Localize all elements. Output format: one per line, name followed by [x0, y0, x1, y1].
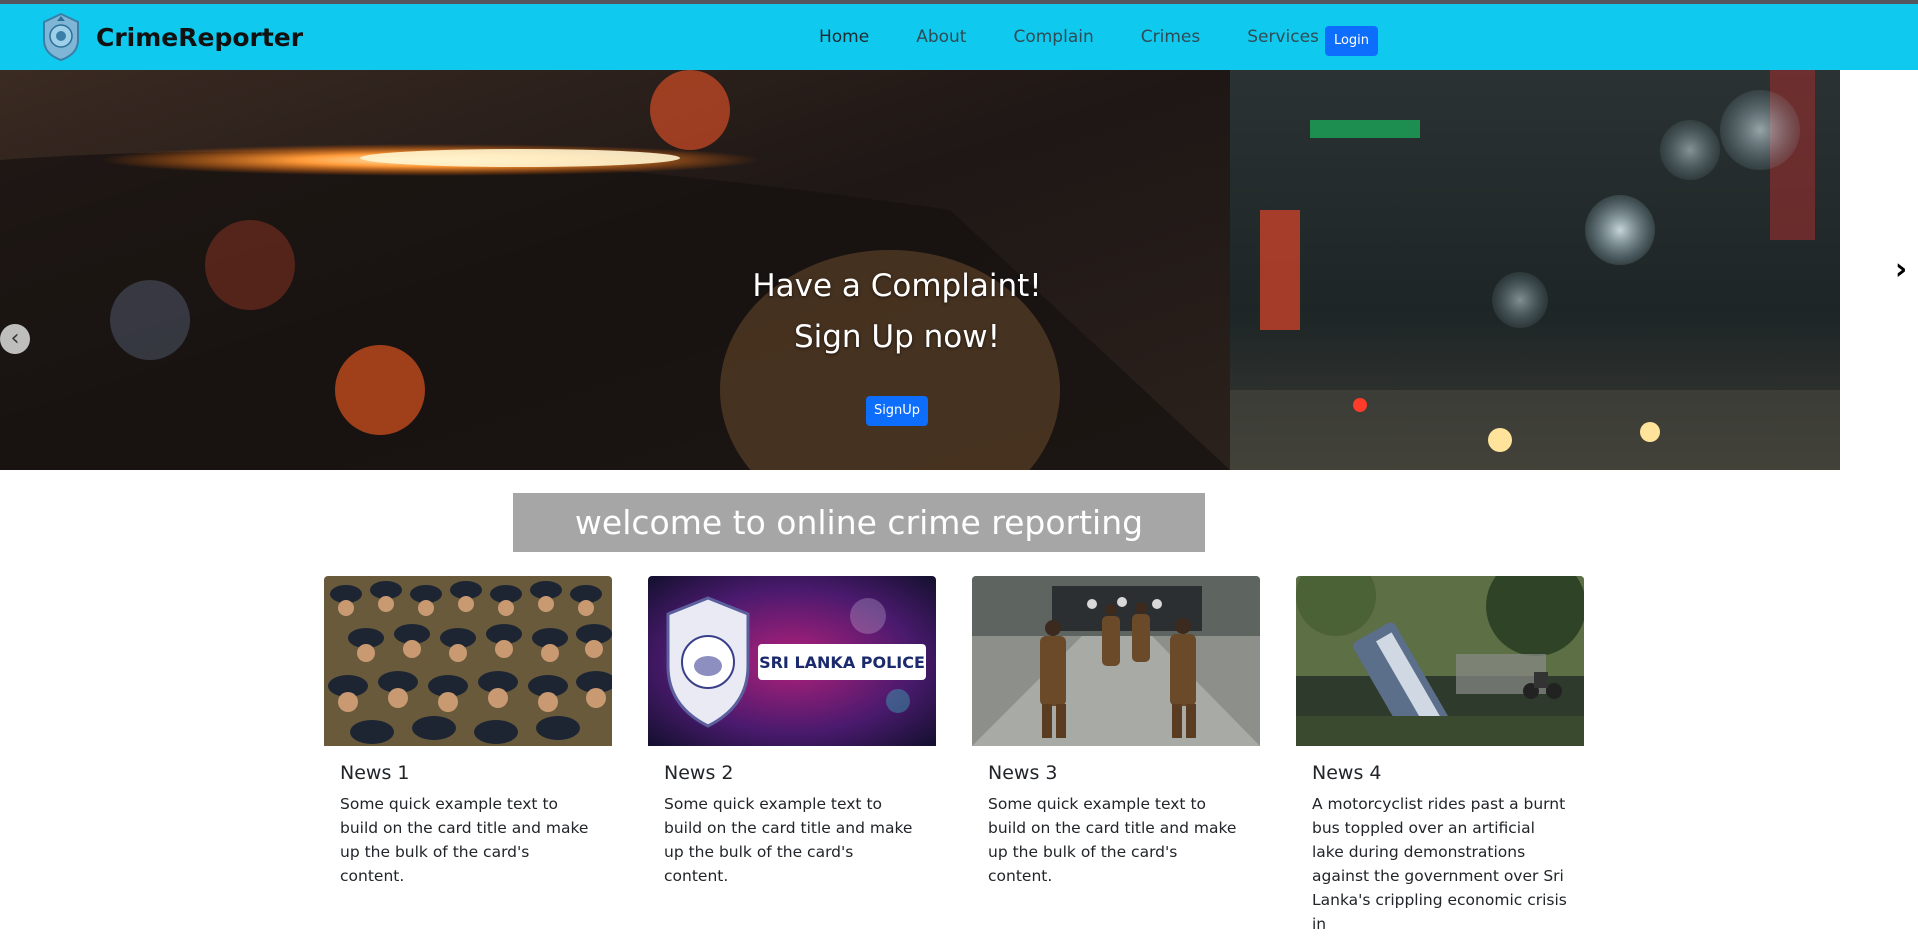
- brand[interactable]: CrimeReporter: [40, 12, 303, 62]
- brand-name: CrimeReporter: [96, 22, 304, 52]
- news-1-image: [324, 576, 612, 746]
- card-title: News 4: [1312, 762, 1382, 784]
- card-text: Some quick example text to build on the …: [340, 795, 589, 885]
- card-title: News 3: [988, 762, 1058, 784]
- nav-complain[interactable]: Complain: [1013, 24, 1093, 50]
- hero-carousel: Have a Complaint! Sign Up now! SignUp ‹: [0, 70, 1840, 470]
- police-emblem-icon: [43, 12, 79, 62]
- navbar: CrimeReporter Home About Complain Crimes…: [0, 4, 1918, 70]
- nav-crimes[interactable]: Crimes: [1141, 24, 1200, 50]
- chevron-left-icon[interactable]: ‹: [0, 324, 30, 354]
- news-3-image: [972, 576, 1260, 746]
- card-text: Some quick example text to build on the …: [664, 795, 913, 885]
- main-nav: Home About Complain Crimes Services: [819, 24, 1366, 50]
- news-4-image: [1296, 576, 1584, 746]
- login-button[interactable]: Login: [1325, 26, 1378, 56]
- news-card[interactable]: News 3 Some quick example text to build …: [972, 576, 1260, 904]
- card-title: News 2: [664, 762, 734, 784]
- news-2-image-text: SRI LANKA POLICE: [759, 653, 925, 672]
- news-card[interactable]: News 4 A motorcyclist rides past a burnt…: [1296, 576, 1584, 952]
- nav-about[interactable]: About: [916, 24, 966, 50]
- hero-heading-line1: Have a Complaint!: [752, 268, 1042, 304]
- card-text: Some quick example text to build on the …: [988, 795, 1237, 885]
- news-card[interactable]: SRI LANKA POLICE News 2 Some quick examp…: [648, 576, 936, 904]
- welcome-banner: welcome to online crime reporting system: [513, 493, 1205, 601]
- signup-button[interactable]: SignUp: [866, 396, 928, 426]
- news-2-image: SRI LANKA POLICE: [648, 576, 936, 746]
- chevron-right-icon[interactable]: ›: [1888, 255, 1914, 285]
- hero-heading-line2: Sign Up now!: [793, 319, 1001, 355]
- news-card[interactable]: News 1 Some quick example text to build …: [324, 576, 612, 904]
- nav-home[interactable]: Home: [819, 24, 869, 50]
- card-text: A motorcyclist rides past a burnt bus to…: [1312, 795, 1567, 933]
- nav-services[interactable]: Services: [1247, 24, 1319, 50]
- card-title: News 1: [340, 762, 410, 784]
